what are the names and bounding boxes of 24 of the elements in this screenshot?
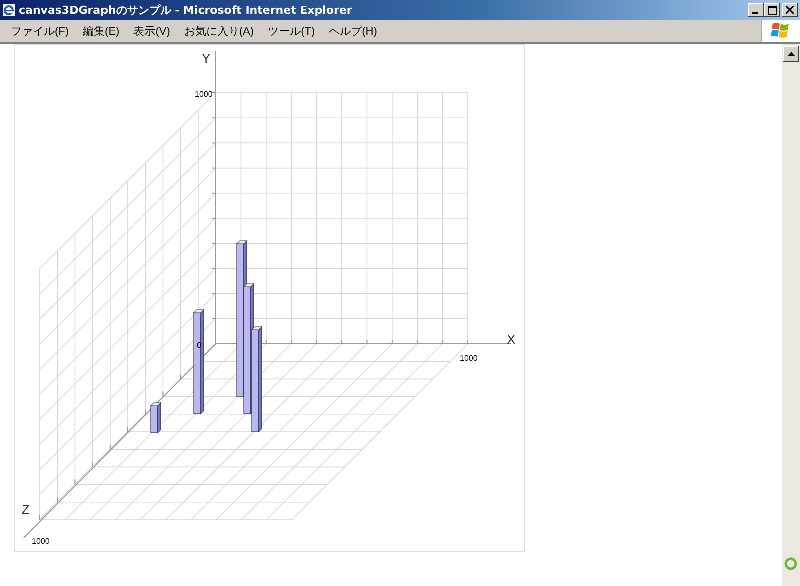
- close-icon: [786, 6, 794, 14]
- menu-item[interactable]: お気に入り(A): [177, 24, 262, 38]
- menu-item[interactable]: ツール(T): [261, 24, 322, 38]
- maximize-button[interactable]: [764, 3, 780, 17]
- browser-icon: [2, 3, 16, 17]
- y-axis-title: Y: [202, 51, 211, 66]
- z-max-label: 1000: [32, 537, 50, 546]
- y-max-label: 1000: [195, 90, 213, 99]
- minimize-button[interactable]: [748, 3, 764, 17]
- window-title: canvas3DGraphのサンプル - Microsoft Internet Explorer: [19, 2, 352, 18]
- x-max-label: 1000: [460, 354, 478, 363]
- maximize-icon: [768, 6, 776, 14]
- z-axis-title: Z: [22, 502, 30, 517]
- menu-item[interactable]: ファイル(F): [4, 24, 76, 38]
- vertical-scrollbar[interactable]: [782, 44, 800, 586]
- menu-item[interactable]: 表示(V): [126, 24, 178, 38]
- flag-logo-icon: [771, 22, 791, 40]
- menu-item[interactable]: ヘルプ(H): [322, 24, 384, 38]
- bar: [150, 402, 162, 434]
- x-axis-title: X: [507, 332, 516, 347]
- up-arrow-icon: [788, 52, 794, 56]
- scroll-up-button[interactable]: [783, 46, 799, 62]
- menu-item[interactable]: 編集(E): [76, 24, 127, 38]
- close-button[interactable]: [782, 3, 798, 17]
